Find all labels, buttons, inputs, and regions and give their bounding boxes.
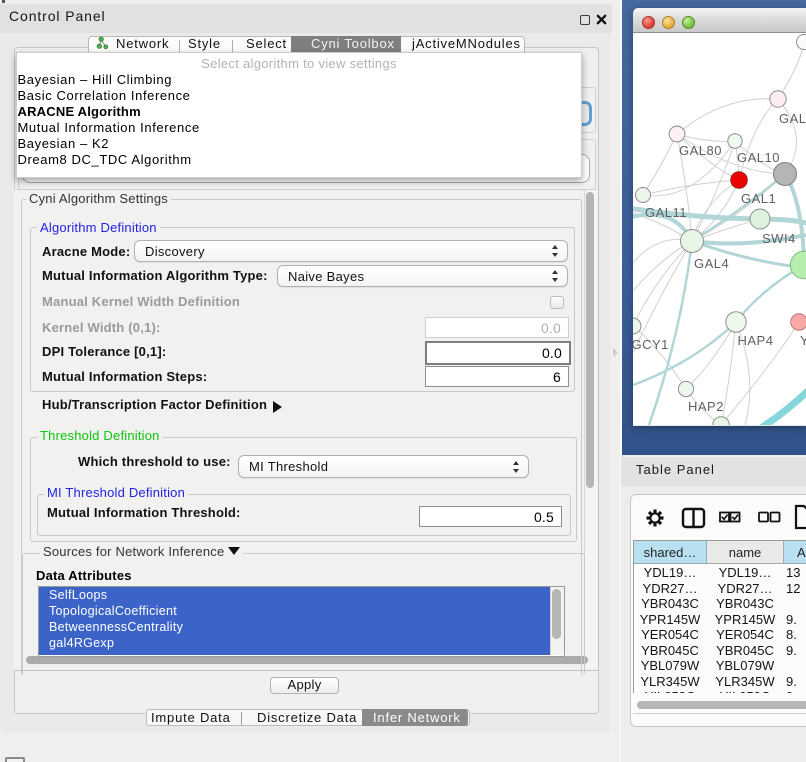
svg-text:GAL4: GAL4: [694, 256, 729, 271]
svg-text:GAL80: GAL80: [679, 143, 722, 158]
svg-text:HAP2: HAP2: [688, 399, 724, 414]
svg-text:SWI4: SWI4: [762, 231, 796, 246]
svg-text:Y: Y: [800, 333, 806, 348]
svg-text:GAL7: GAL7: [779, 111, 806, 126]
svg-text:GAL1: GAL1: [741, 191, 776, 206]
svg-text:GAL11: GAL11: [645, 205, 687, 220]
svg-text:GAL10: GAL10: [737, 150, 780, 165]
svg-text:HAP4: HAP4: [738, 333, 774, 348]
svg-text:GCY1: GCY1: [633, 337, 669, 352]
